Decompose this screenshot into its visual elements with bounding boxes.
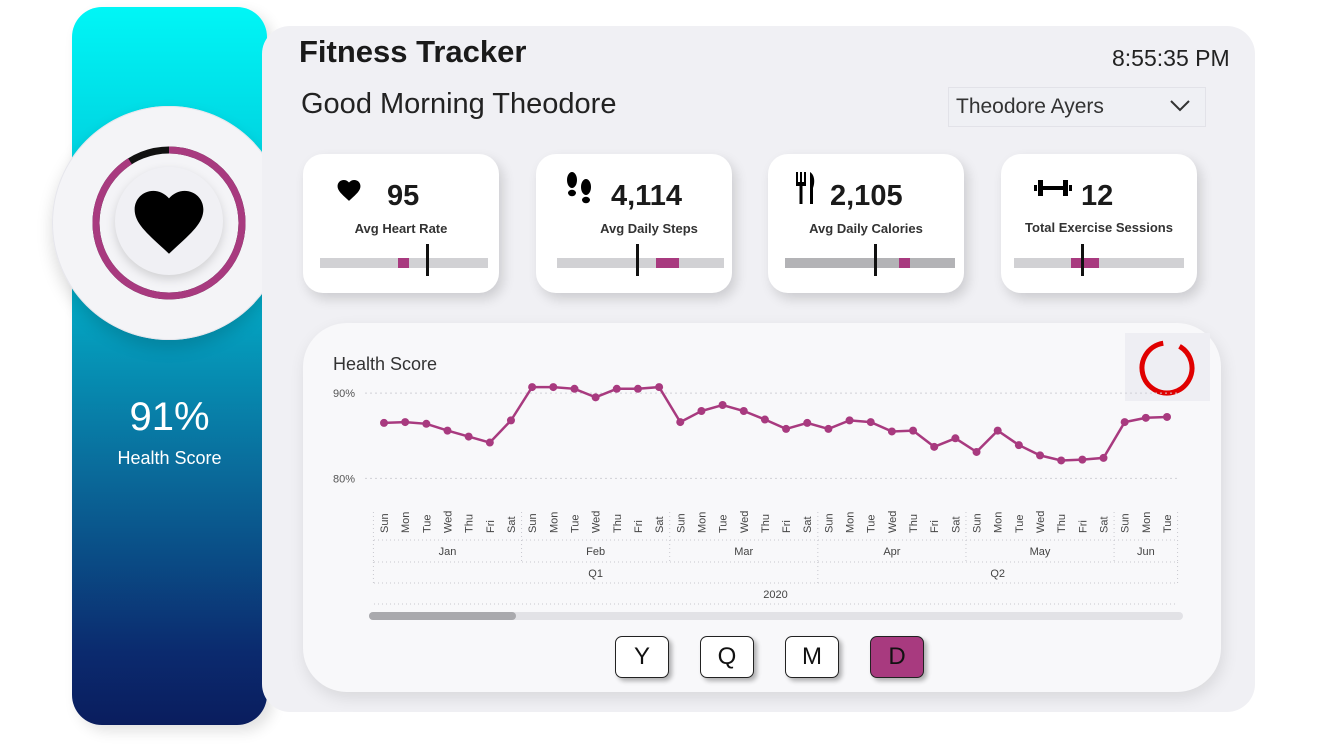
- kpi-bullet: [320, 244, 488, 276]
- kpi-value: 12: [1081, 180, 1114, 212]
- kpi-label: Avg Daily Steps: [600, 221, 698, 236]
- kpi-bullet-bar: [398, 258, 409, 268]
- chevron-down-icon: [1169, 95, 1191, 119]
- kpi-card-calories: 2,105 Avg Daily Calories: [768, 154, 964, 293]
- granularity-day-button[interactable]: D: [870, 636, 924, 678]
- heart-icon: [335, 178, 363, 207]
- health-score-label: Health Score: [117, 448, 222, 468]
- kpi-bullet-target: [874, 244, 877, 276]
- kpi-label: Total Exercise Sessions: [1025, 220, 1173, 235]
- granularity-year-button[interactable]: Y: [615, 636, 669, 678]
- loading-spinner: [1125, 333, 1210, 401]
- footsteps-icon: [564, 171, 594, 214]
- kpi-bullet-bar: [899, 258, 910, 268]
- kpi-bullet-target: [426, 244, 429, 276]
- clock: 8:55:35 PM: [1112, 45, 1230, 71]
- kpi-value: 2,105: [830, 180, 903, 212]
- chart-title: Health Score: [333, 354, 438, 374]
- dumbbell-icon: [1034, 178, 1072, 203]
- kpi-bullet-bar: [656, 258, 679, 268]
- kpi-bullet: [557, 244, 724, 276]
- kpi-label: Avg Daily Calories: [809, 221, 923, 236]
- user-select-value: Theodore Ayers: [956, 95, 1104, 118]
- kpi-bullet-target: [636, 244, 639, 276]
- kpi-card-heart-rate: 95 Avg Heart Rate: [303, 154, 499, 293]
- kpi-bullet: [785, 244, 955, 276]
- granularity-quarter-button[interactable]: Q: [700, 636, 754, 678]
- kpi-card-exercise: 12 Total Exercise Sessions: [1001, 154, 1197, 293]
- spinner-icon: [1139, 340, 1195, 396]
- greeting: Good Morning Theodore: [301, 88, 617, 120]
- granularity-month-button[interactable]: M: [785, 636, 839, 678]
- kpi-bullet: [1014, 244, 1184, 276]
- kpi-bullet-target: [1081, 244, 1084, 276]
- heart-icon: [115, 167, 223, 275]
- dashboard: 91% Health Score Fitness Tracker 8:55:35…: [0, 0, 1318, 745]
- kpi-value: 4,114: [611, 180, 682, 212]
- kpi-label: Avg Heart Rate: [354, 221, 448, 236]
- chart-scrollbar-thumb[interactable]: [369, 612, 516, 620]
- health-score-chart-card: [303, 323, 1221, 692]
- health-score-value: 91%: [129, 395, 210, 439]
- user-select[interactable]: Theodore Ayers: [948, 87, 1206, 127]
- kpi-card-steps: 4,114 Avg Daily Steps: [536, 154, 732, 293]
- fork-knife-icon: [795, 171, 817, 210]
- app-title: Fitness Tracker: [299, 34, 527, 69]
- kpi-bullet-bar: [1071, 258, 1099, 268]
- kpi-value: 95: [387, 180, 420, 212]
